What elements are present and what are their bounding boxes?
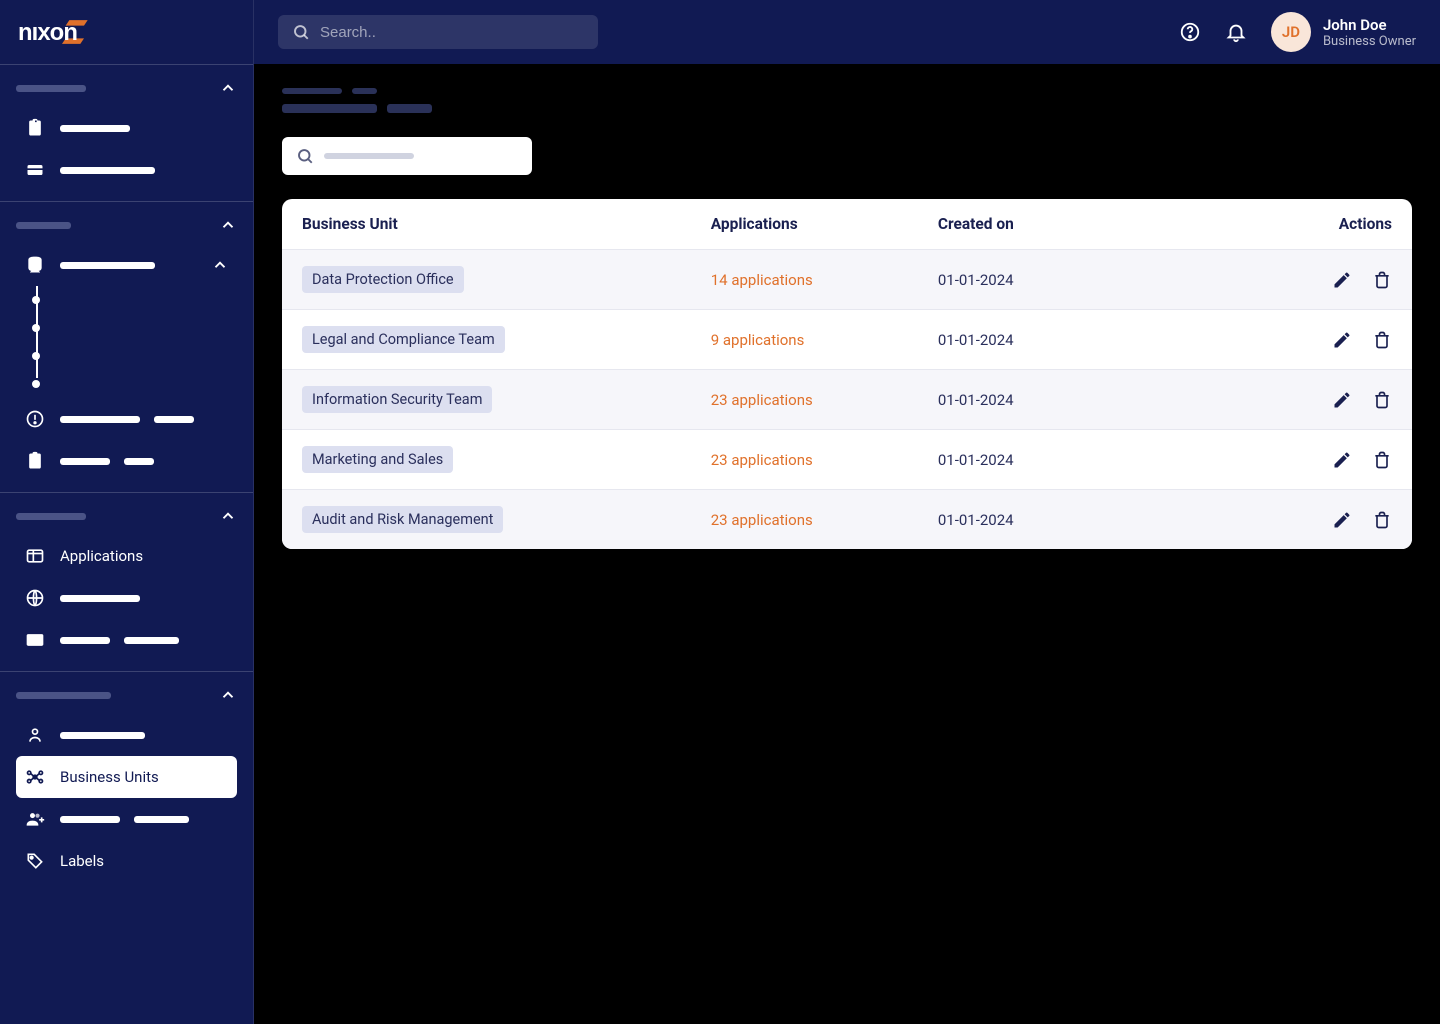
created-date: 01-01-2024	[938, 511, 1165, 529]
created-date: 01-01-2024	[938, 451, 1165, 469]
sidebar-item[interactable]	[16, 714, 237, 756]
col-header-apps: Applications	[711, 215, 938, 233]
apps-link[interactable]: 23 applications	[711, 391, 938, 409]
page-title	[282, 104, 1412, 113]
table-row: Legal and Compliance Team 9 applications0…	[282, 309, 1412, 369]
delete-button[interactable]	[1372, 510, 1392, 530]
page-search[interactable]	[282, 137, 532, 175]
table-row: Audit and Risk Management 23 applications…	[282, 489, 1412, 549]
sidebar-item-label: Labels	[60, 852, 104, 870]
sidebar-item[interactable]	[16, 440, 237, 482]
tag-icon	[24, 850, 46, 872]
search-icon	[292, 23, 310, 41]
breadcrumb	[282, 88, 1412, 94]
search-input[interactable]	[320, 24, 584, 41]
person-icon	[24, 724, 46, 746]
created-date: 01-01-2024	[938, 271, 1165, 289]
sidebar-item[interactable]	[16, 577, 237, 619]
sidebar-item[interactable]	[16, 619, 237, 661]
logo: nıxon	[0, 0, 253, 64]
mail-icon	[24, 629, 46, 651]
sidebar-section-header[interactable]	[16, 507, 237, 525]
chevron-up-icon	[219, 507, 237, 525]
edit-button[interactable]	[1332, 450, 1352, 470]
edit-button[interactable]	[1332, 270, 1352, 290]
edit-button[interactable]	[1332, 390, 1352, 410]
unit-tag: Information Security Team	[302, 386, 492, 413]
sidebar-item[interactable]	[16, 798, 237, 840]
chevron-up-icon	[219, 216, 237, 234]
unit-tag: Data Protection Office	[302, 266, 464, 293]
sidebar-item-labels[interactable]: Labels	[16, 840, 237, 882]
apps-link[interactable]: 23 applications	[711, 451, 938, 469]
user-role: Business Owner	[1323, 34, 1416, 49]
sidebar-subitem[interactable]	[56, 314, 237, 342]
created-date: 01-01-2024	[938, 331, 1165, 349]
avatar: JD	[1271, 12, 1311, 52]
alert-icon	[24, 408, 46, 430]
search-icon	[296, 147, 314, 165]
apps-link[interactable]: 9 applications	[711, 331, 938, 349]
unit-tag: Legal and Compliance Team	[302, 326, 505, 353]
clipboard-icon	[24, 450, 46, 472]
train-icon	[24, 254, 46, 276]
table-row: Data Protection Office 14 applications01-…	[282, 249, 1412, 309]
global-search[interactable]	[278, 15, 598, 49]
business-units-table: Business Unit Applications Created on Ac…	[282, 199, 1412, 549]
sidebar-section-header[interactable]	[16, 686, 237, 704]
unit-tag: Audit and Risk Management	[302, 506, 503, 533]
col-header-actions: Actions	[1165, 215, 1392, 233]
edit-button[interactable]	[1332, 510, 1352, 530]
chevron-up-icon	[219, 686, 237, 704]
created-date: 01-01-2024	[938, 391, 1165, 409]
sidebar-item[interactable]	[16, 107, 237, 149]
col-header-created: Created on	[938, 215, 1165, 233]
apps-link[interactable]: 23 applications	[711, 511, 938, 529]
sidebar-item-label: Applications	[60, 547, 143, 565]
delete-button[interactable]	[1372, 270, 1392, 290]
sidebar-item[interactable]	[16, 149, 237, 191]
edit-button[interactable]	[1332, 330, 1352, 350]
col-header-unit: Business Unit	[302, 215, 711, 233]
sidebar-section-header[interactable]	[16, 79, 237, 97]
help-icon[interactable]	[1179, 21, 1201, 43]
sidebar-item[interactable]	[16, 244, 237, 286]
globe-icon	[24, 587, 46, 609]
sidebar-subitem[interactable]	[56, 342, 237, 370]
delete-button[interactable]	[1372, 390, 1392, 410]
clipboard-icon	[24, 117, 46, 139]
hub-icon	[24, 766, 46, 788]
sidebar-section-header[interactable]	[16, 216, 237, 234]
table-row: Information Security Team 23 applications…	[282, 369, 1412, 429]
topbar: JD John Doe Business Owner	[254, 0, 1440, 64]
apps-link[interactable]: 14 applications	[711, 271, 938, 289]
window-icon	[24, 545, 46, 567]
chevron-up-icon	[219, 79, 237, 97]
sidebar-item-applications[interactable]: Applications	[16, 535, 237, 577]
card-icon	[24, 159, 46, 181]
sidebar-item-label: Business Units	[60, 768, 159, 786]
table-row: Marketing and Sales 23 applications01-01-…	[282, 429, 1412, 489]
delete-button[interactable]	[1372, 330, 1392, 350]
bell-icon[interactable]	[1225, 21, 1247, 43]
group-add-icon	[24, 808, 46, 830]
sidebar-item[interactable]	[16, 398, 237, 440]
sidebar-item-business-units[interactable]: Business Units	[16, 756, 237, 798]
unit-tag: Marketing and Sales	[302, 446, 453, 473]
user-menu[interactable]: JD John Doe Business Owner	[1271, 12, 1416, 52]
delete-button[interactable]	[1372, 450, 1392, 470]
sidebar-subitem[interactable]	[56, 370, 237, 398]
chevron-up-icon	[211, 256, 229, 274]
svg-text:nıxon: nıxon	[18, 19, 77, 46]
sidebar-subitem[interactable]	[56, 286, 237, 314]
user-name: John Doe	[1323, 16, 1416, 34]
sidebar: nıxon	[0, 0, 254, 1024]
